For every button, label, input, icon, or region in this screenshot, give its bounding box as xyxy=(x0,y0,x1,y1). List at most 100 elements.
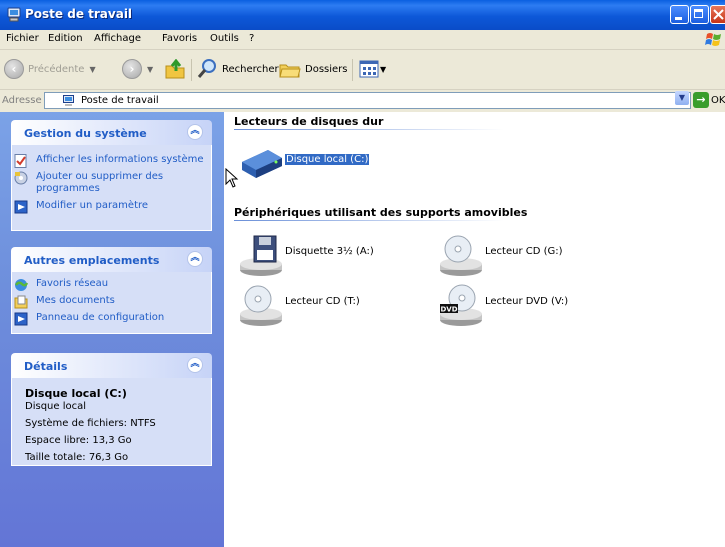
content-area: Lecteurs de disques dur Disque local (C:… xyxy=(224,112,725,547)
folders-icon xyxy=(279,64,301,78)
details-header[interactable]: Détails ︽ xyxy=(11,353,212,378)
folders-button[interactable]: Dossiers xyxy=(279,57,348,81)
window-title: Poste de travail xyxy=(25,7,133,21)
menu-bar: Fichier Edition Affichage Favoris Outils… xyxy=(0,30,725,50)
dvd-drive-icon: DVD xyxy=(440,284,482,326)
drive-label: Lecteur DVD (V:) xyxy=(485,296,569,307)
views-button[interactable]: ▼ xyxy=(359,57,386,81)
collapse-icon[interactable]: ︽ xyxy=(187,251,203,267)
menu-favoris[interactable]: Favoris xyxy=(162,33,197,44)
up-folder-button[interactable] xyxy=(164,57,186,81)
details-name: Disque local (C:) xyxy=(25,387,127,400)
section-divider xyxy=(234,220,504,221)
other-places-header[interactable]: Autres emplacements ︽ xyxy=(11,247,212,272)
cd-drive-icon xyxy=(240,285,282,326)
drive-cd-g[interactable]: Lecteur CD (G:) xyxy=(438,232,578,278)
menu-help[interactable]: ? xyxy=(249,33,254,44)
details-total-size: Taille totale: 76,3 Go xyxy=(25,452,129,463)
menu-fichier[interactable]: Fichier xyxy=(6,33,39,44)
views-icon xyxy=(359,60,379,78)
dvd-badge: DVD xyxy=(440,306,457,314)
control-panel-icon xyxy=(14,200,28,214)
details-filesystem: Système de fichiers: NTFS xyxy=(25,418,156,429)
drive-label: Lecteur CD (T:) xyxy=(285,296,360,307)
address-dropdown[interactable]: ▼ xyxy=(675,91,689,105)
address-value: Poste de travail xyxy=(81,95,159,106)
hard-disks-header: Lecteurs de disques dur xyxy=(234,115,384,128)
drive-label: Lecteur CD (G:) xyxy=(485,246,563,257)
panel-title: Autres emplacements xyxy=(24,254,160,267)
task-control-panel[interactable]: Panneau de configuration xyxy=(12,312,211,326)
back-button[interactable]: ‹ Précédente ▼ xyxy=(4,57,96,81)
toolbar-separator xyxy=(191,59,192,81)
task-network-places[interactable]: Favoris réseau xyxy=(12,278,211,291)
maximize-icon xyxy=(694,9,703,18)
section-divider xyxy=(234,129,504,130)
system-tasks-body: Afficher les informations système Ajoute… xyxy=(11,145,212,231)
details-panel: Détails ︽ Disque local (C:) Disque local… xyxy=(11,353,212,466)
task-my-documents[interactable]: Mes documents xyxy=(12,295,211,309)
chevron-down-icon: ▼ xyxy=(89,64,96,74)
address-field[interactable]: Poste de travail xyxy=(44,92,691,109)
drive-floppy-a[interactable]: Disquette 3½ (A:) xyxy=(238,232,398,278)
menu-outils[interactable]: Outils xyxy=(210,33,239,44)
address-label: Adresse xyxy=(2,95,42,106)
task-pane: Gestion du système ︽ Afficher les inform… xyxy=(0,112,224,547)
hard-disk-icon xyxy=(242,150,282,178)
search-button[interactable]: Rechercher xyxy=(196,57,279,81)
menu-edition[interactable]: Edition xyxy=(48,33,83,44)
mouse-cursor-icon xyxy=(225,168,239,188)
control-panel-icon xyxy=(14,312,28,326)
minimize-button[interactable] xyxy=(670,5,689,24)
panel-title: Détails xyxy=(24,360,68,373)
details-body: Disque local (C:) Disque local Système d… xyxy=(11,378,212,466)
cd-drive-icon xyxy=(440,235,482,276)
collapse-icon[interactable]: ︽ xyxy=(187,357,203,373)
add-remove-programs-icon xyxy=(14,171,28,185)
toolbar-separator xyxy=(352,59,353,81)
search-icon xyxy=(197,59,216,78)
other-places-panel: Autres emplacements ︽ Favoris réseau Mes… xyxy=(11,247,212,334)
system-tasks-panel: Gestion du système ︽ Afficher les inform… xyxy=(11,120,212,231)
back-arrow-icon: ‹ xyxy=(4,59,24,79)
collapse-icon[interactable]: ︽ xyxy=(187,124,203,140)
forward-button[interactable]: › ▼ xyxy=(122,57,153,81)
menu-affichage[interactable]: Affichage xyxy=(94,33,141,44)
drive-dvd-v[interactable]: DVD Lecteur DVD (V:) xyxy=(438,282,578,328)
drive-label: Disquette 3½ (A:) xyxy=(285,246,374,257)
windows-logo-icon xyxy=(705,33,721,46)
address-bar: Adresse Poste de travail ▼ → OK xyxy=(0,90,725,112)
other-places-body: Favoris réseau Mes documents Panneau de … xyxy=(11,272,212,334)
system-tasks-header[interactable]: Gestion du système ︽ xyxy=(11,120,212,145)
network-places-icon xyxy=(15,279,29,291)
close-button[interactable] xyxy=(710,5,725,24)
chevron-down-icon: ▼ xyxy=(147,64,154,74)
system-info-icon xyxy=(14,154,27,168)
my-documents-icon xyxy=(14,295,28,309)
maximize-button[interactable] xyxy=(690,5,709,24)
my-computer-icon xyxy=(7,7,21,22)
up-folder-icon xyxy=(165,59,185,79)
toolbar: ‹ Précédente ▼ › ▼ Rechercher Dossiers ▼ xyxy=(0,50,725,90)
forward-arrow-icon: › xyxy=(122,59,142,79)
details-type: Disque local xyxy=(25,401,87,412)
title-bar: Poste de travail xyxy=(0,0,725,30)
minimize-icon xyxy=(675,17,682,20)
task-add-remove-programs[interactable]: Ajouter ou supprimer des programmes xyxy=(12,171,211,195)
task-change-setting[interactable]: Modifier un paramètre xyxy=(12,200,211,214)
close-icon xyxy=(713,9,724,20)
chevron-down-icon: ▼ xyxy=(678,93,686,102)
task-system-info[interactable]: Afficher les informations système xyxy=(12,154,211,168)
drive-local-c[interactable]: Disque local (C:) xyxy=(238,140,370,186)
floppy-drive-icon xyxy=(240,235,282,276)
drive-cd-t[interactable]: Lecteur CD (T:) xyxy=(238,282,398,328)
drive-label: Disque local (C:) xyxy=(285,154,370,165)
go-label[interactable]: OK xyxy=(711,95,725,106)
panel-title: Gestion du système xyxy=(24,127,147,140)
go-button[interactable]: → xyxy=(693,92,709,108)
details-free-space: Espace libre: 13,3 Go xyxy=(25,435,132,446)
removable-header: Périphériques utilisant des supports amo… xyxy=(234,206,528,219)
go-arrow-icon: → xyxy=(696,93,706,106)
chevron-down-icon: ▼ xyxy=(380,64,387,74)
my-computer-icon xyxy=(63,95,74,106)
